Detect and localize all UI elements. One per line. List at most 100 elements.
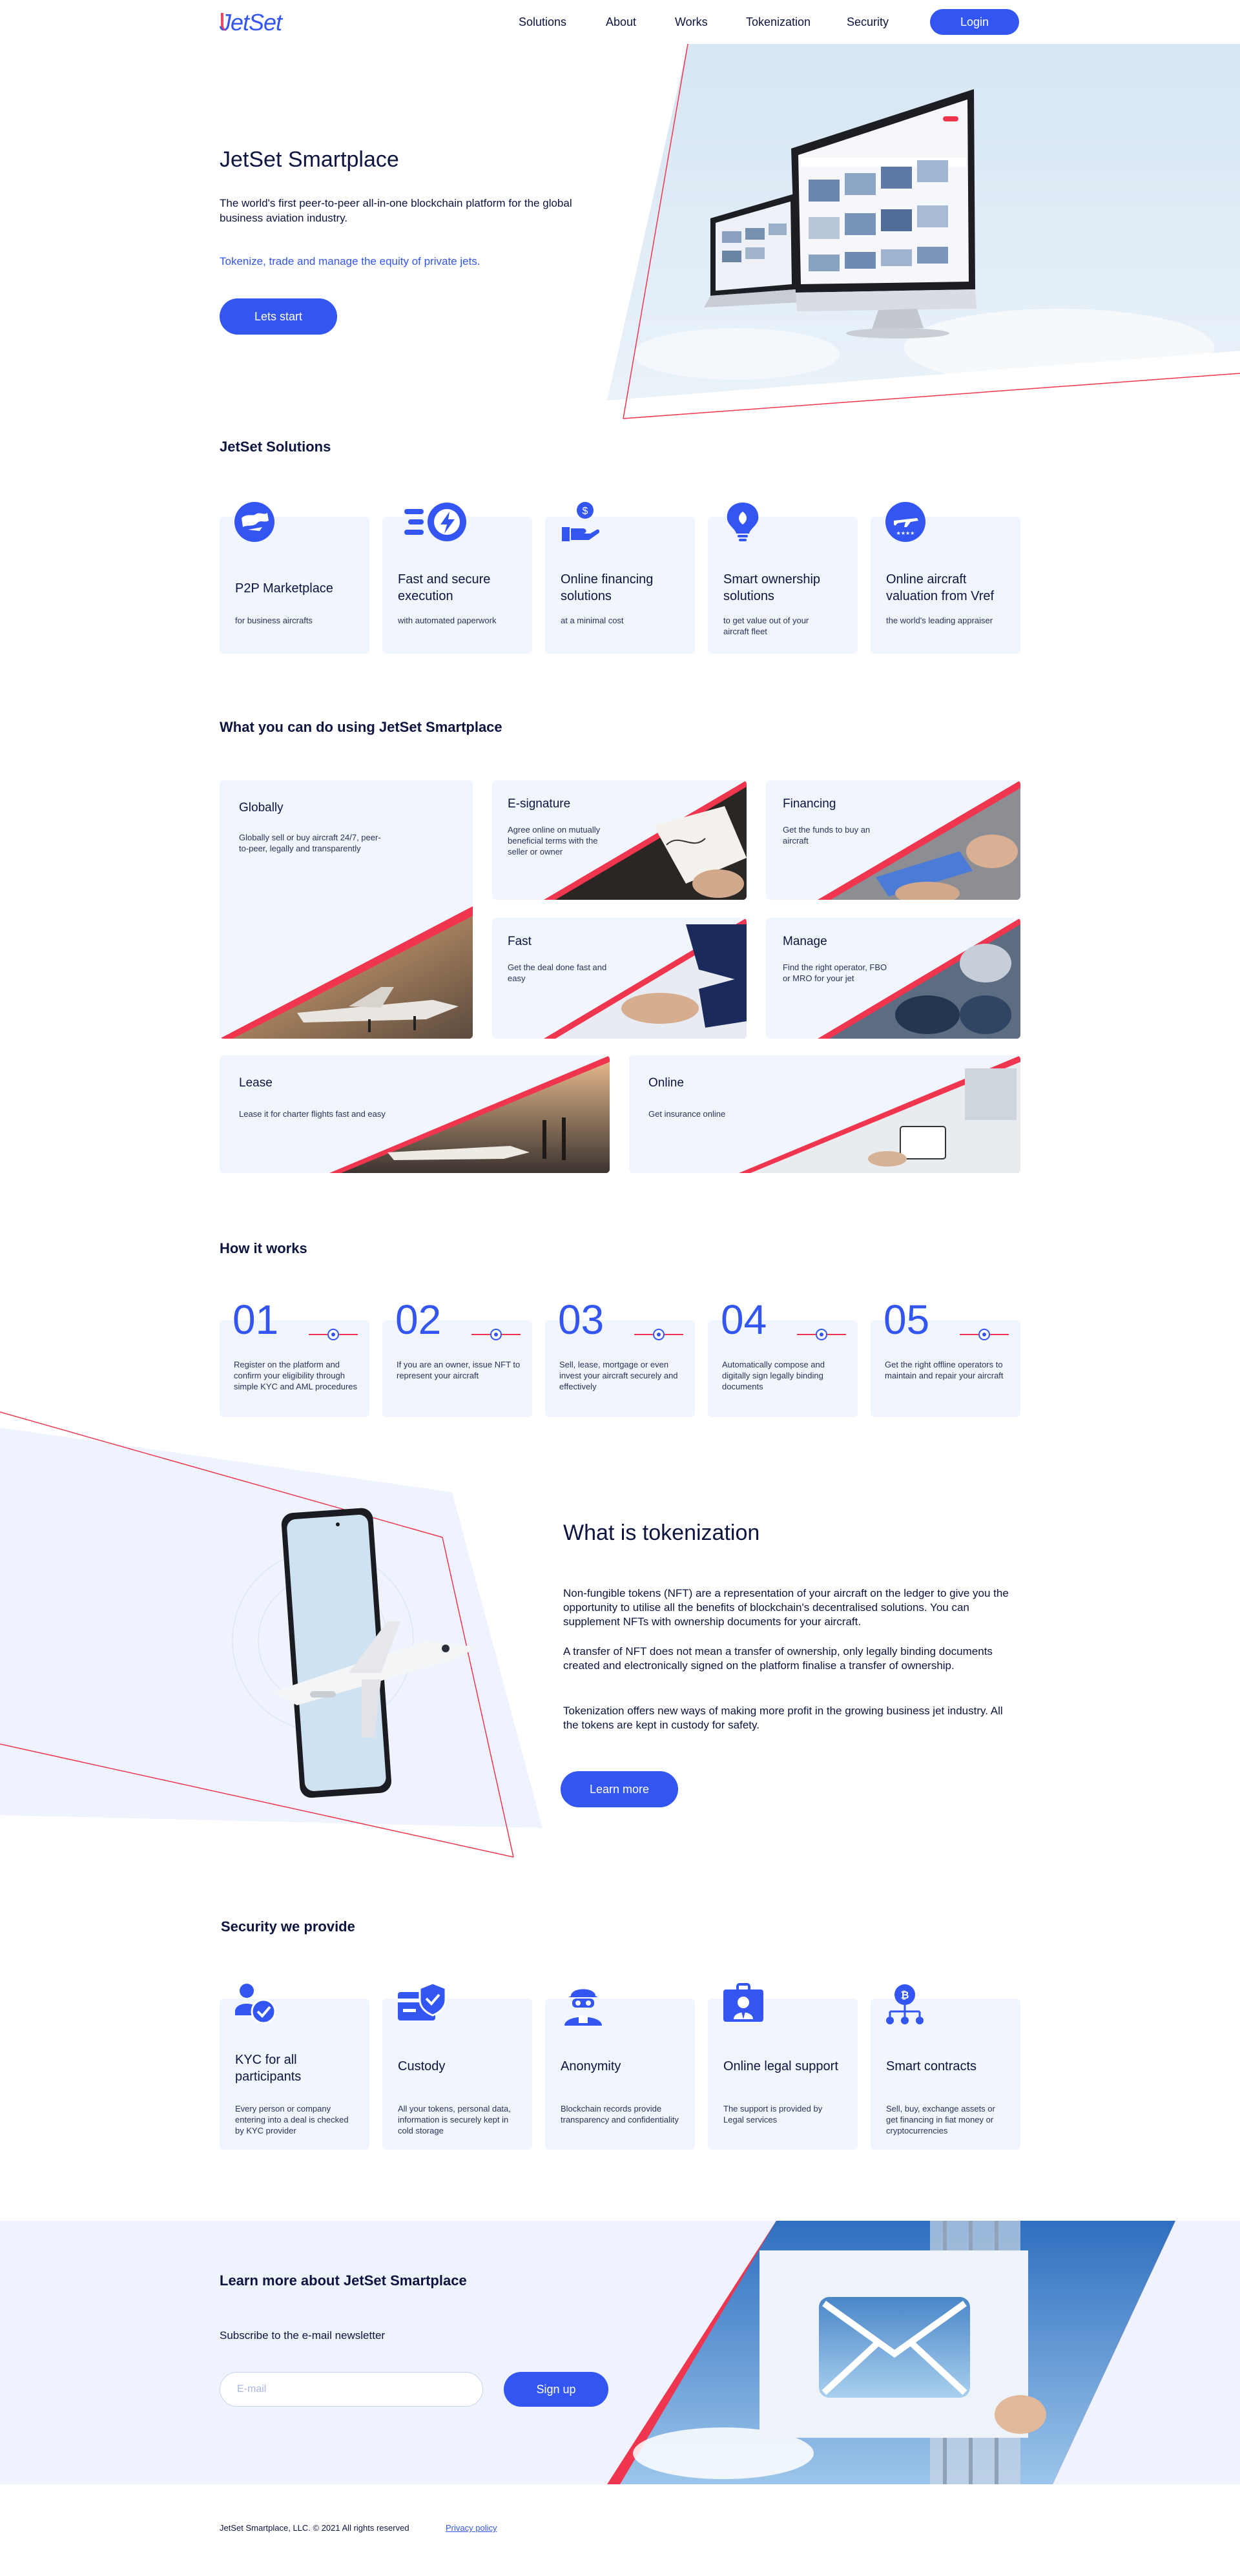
security-title-custody: Custody [398,2059,446,2073]
feature-subtitle-esignature: Agree online on mutually beneficial term… [508,825,601,857]
feature-title-manage: Manage [783,935,827,948]
tokenization-image [0,1411,542,1858]
feature-card-financing: Financing Get the funds to buy an aircra… [766,780,1020,900]
step-number-3: 03 [558,1296,604,1343]
step-connector-icon [309,1329,358,1340]
plane-stars-icon: ★★★★ [885,502,925,542]
newsletter-heading: Learn more about JetSet Smartplace [220,2272,467,2289]
solution-title-financing: Online financing solutions [561,572,654,603]
learn-more-button[interactable]: Learn more [561,1771,678,1807]
feature-subtitle-lease: Lease it for charter flights fast and ea… [239,1109,386,1119]
step-number-1: 01 [232,1296,279,1343]
svg-text:$: $ [583,506,588,517]
anonymous-user-icon [564,1989,602,2026]
solution-title-valuation: Online aircraft valuation from Vref [886,572,995,603]
newsletter-subheading: Subscribe to the e-mail newsletter [220,2329,386,2342]
hero-tagline: Tokenize, trade and manage the equity of… [220,255,480,267]
feature-title-fast: Fast [508,935,532,948]
step-text-5: Get the right offline operators to maint… [885,1360,1004,1380]
step-connector-icon [471,1329,521,1340]
security-subtitle-anonymity: Blockchain records provide transparency … [561,2104,679,2124]
step-number-2: 02 [395,1296,442,1343]
feature-card-online: Online Get insurance online [629,1055,1020,1173]
tokenization-heading: What is tokenization [563,1521,760,1545]
feature-card-lease: Lease Lease it for charter flights fast … [220,1055,610,1173]
feature-subtitle-globally: Globally sell or buy aircraft 24/7, peer… [239,833,381,853]
globe-plane-icon [234,502,274,542]
hand-dollar-icon: $ [562,502,600,541]
user-check-icon [235,1984,276,2024]
nav-solutions[interactable]: Solutions [519,16,566,29]
security-subtitle-custody: All your tokens, personal data, informat… [398,2104,511,2135]
hero-title: JetSet Smartplace [220,147,399,172]
step-text-4: Automatically compose and digitally sign… [722,1360,825,1391]
how-it-works-heading: How it works [220,1240,307,1256]
feature-title-esignature: E-signature [508,797,571,811]
step-text-1: Register on the platform and confirm you… [234,1360,358,1391]
feature-title-financing: Financing [783,797,836,811]
nav-works[interactable]: Works [675,16,708,29]
nav-tokenization[interactable]: Tokenization [746,16,811,29]
feature-subtitle-manage: Find the right operator, FBO or MRO for … [783,962,887,983]
envelope-icon [819,2297,970,2398]
jet-photo [220,906,473,1039]
features-heading: What you can do using JetSet Smartplace [220,719,502,735]
solution-subtitle-ownership: to get value out of your aircraft fleet [723,616,809,636]
feature-title-online: Online [648,1076,684,1090]
lightbulb-icon [727,503,759,541]
solutions-heading: JetSet Solutions [220,439,331,455]
logo[interactable]: JetSet [220,9,282,36]
solution-subtitle-financing: at a minimal cost [561,616,624,625]
solution-title-p2p: P2P Marketplace [235,581,333,596]
tokenization-paragraph-2: A transfer of NFT does not mean a transf… [563,1645,993,1672]
step-number-5: 05 [884,1296,930,1343]
security-subtitle-contracts: Sell, buy, exchange assets or get financ… [886,2104,995,2135]
step-connector-icon [960,1329,1009,1340]
security-subtitle-kyc: Every person or company entering into a … [235,2104,349,2135]
step-text-3: Sell, lease, mortgage or even invest you… [559,1360,678,1391]
feature-card-globally: Globally Globally sell or buy aircraft 2… [220,780,473,1039]
security-title-legal: Online legal support [723,2059,838,2073]
feature-card-manage: Manage Find the right operator, FBO or M… [766,918,1020,1039]
fast-lightning-icon [404,503,466,541]
logo-red-mark [221,13,227,31]
card-shield-icon [398,1983,447,2020]
feature-card-esignature: E-signature Agree online on mutually ben… [492,780,747,900]
solution-subtitle-p2p: for business aircrafts [235,616,313,625]
hero-image [607,44,1240,419]
tokenization-paragraph-3: Tokenization offers new ways of making m… [563,1705,1003,1731]
nav-about[interactable]: About [606,16,636,29]
solution-subtitle-valuation: the world's leading appraiser [886,616,993,625]
security-title-kyc: KYC for all participants [235,2053,302,2084]
feature-subtitle-online: Get insurance online [648,1109,726,1119]
feature-title-lease: Lease [239,1076,273,1090]
security-heading: Security we provide [221,1918,355,1935]
solution-title-fast: Fast and secure execution [398,572,491,603]
step-number-4: 04 [721,1296,767,1343]
security-title-contracts: Smart contracts [886,2059,977,2073]
security-title-anonymity: Anonymity [561,2059,621,2073]
login-button[interactable]: Login [930,9,1019,35]
svg-text:★★★★: ★★★★ [896,530,915,536]
security-subtitle-legal: The support is provided by Legal service… [723,2104,823,2124]
sign-up-button[interactable]: Sign up [504,2372,608,2407]
feature-subtitle-fast: Get the deal done fast and easy [508,962,607,983]
step-connector-icon [634,1329,683,1340]
legal-support-icon [723,1983,763,2022]
footer-copyright: JetSet Smartplace, LLC. © 2021 All right… [220,2523,409,2533]
smart-contract-icon: ₿ [886,1984,924,2024]
solution-subtitle-fast: with automated paperwork [398,616,497,625]
tokenization-paragraph-1: Non-fungible tokens (NFT) are a represen… [563,1587,1009,1628]
step-text-2: If you are an owner, issue NFT to repres… [397,1360,521,1380]
solution-title-ownership: Smart ownership solutions [723,572,821,603]
svg-text:₿: ₿ [900,1989,909,2001]
email-input[interactable] [220,2372,483,2407]
privacy-policy-link[interactable]: Privacy policy [446,2523,497,2533]
lets-start-button[interactable]: Lets start [220,298,337,335]
step-connector-icon [797,1329,846,1340]
feature-subtitle-financing: Get the funds to buy an aircraft [783,825,871,846]
nav-security[interactable]: Security [847,16,889,29]
feature-card-fast: Fast Get the deal done fast and easy [492,918,747,1039]
hero-description: The world's first peer-to-peer all-in-on… [220,197,572,224]
site-header: JetSet Solutions About Works Tokenizatio… [0,0,1240,45]
